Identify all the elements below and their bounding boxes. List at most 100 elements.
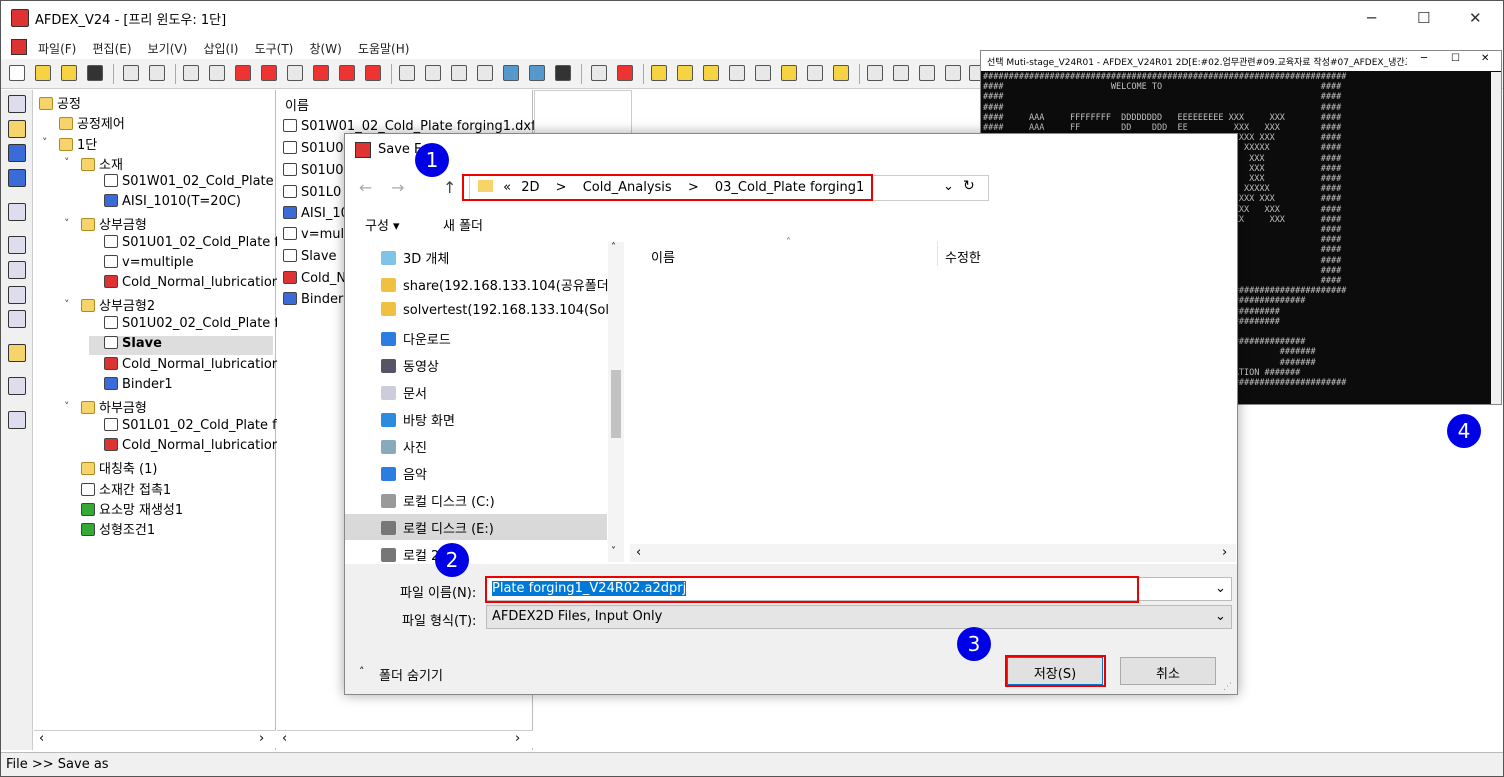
zoom-window-icon[interactable] — [919, 65, 935, 81]
tree-item-remesh[interactable]: 요소망 재생성1 — [81, 499, 183, 518]
rotate-icon[interactable] — [529, 65, 545, 81]
nav-desktop[interactable]: 바탕 화면 — [381, 410, 455, 429]
scroll-right-icon[interactable]: › — [1222, 545, 1227, 560]
hide-folders-chevron-icon[interactable]: ˄ — [359, 665, 365, 678]
maximize-button[interactable]: ☐ — [1417, 9, 1430, 27]
checklist-icon[interactable] — [8, 411, 26, 429]
die-view-icon[interactable] — [313, 65, 329, 81]
die-view-icon[interactable] — [235, 65, 251, 81]
forward-arrow-icon[interactable]: → — [391, 178, 404, 197]
material-icon[interactable] — [8, 120, 26, 138]
file-item[interactable]: v=mult — [283, 227, 349, 242]
die-view-icon[interactable] — [339, 65, 355, 81]
tree-horizontal-scrollbar[interactable]: ‹ › — [34, 730, 276, 748]
close-button[interactable]: ✕ — [1469, 9, 1482, 27]
die-view-icon[interactable] — [209, 65, 225, 81]
scroll-right-icon[interactable]: › — [259, 731, 264, 746]
minimize-button[interactable]: ─ — [1367, 9, 1376, 27]
tree-view-icon[interactable] — [8, 95, 26, 113]
column-header-modified[interactable]: 수정한 — [945, 247, 981, 266]
monitor-icon[interactable] — [8, 144, 26, 162]
resize-grip-icon[interactable]: ⋰ — [1223, 682, 1232, 692]
nav-3d-objects[interactable]: 3D 개체 — [381, 248, 449, 267]
nav-downloads[interactable]: 다운로드 — [381, 329, 451, 348]
menu-tools[interactable]: 도구(T) — [255, 40, 294, 57]
select-icon[interactable] — [8, 377, 26, 395]
tree-item-process[interactable]: 공정 — [39, 93, 81, 112]
file-item[interactable]: S01L0 — [283, 185, 341, 200]
back-arrow-icon[interactable]: ← — [359, 178, 372, 197]
die-view-icon[interactable] — [183, 65, 199, 81]
nav-scroll-thumb[interactable] — [611, 370, 621, 438]
nav-videos[interactable]: 동영상 — [381, 356, 439, 375]
refresh-icon[interactable]: ↻ — [963, 178, 975, 194]
menu-window[interactable]: 창(W) — [310, 40, 342, 57]
measure-icon[interactable] — [8, 310, 26, 328]
scroll-left-icon[interactable]: ‹ — [282, 731, 287, 746]
tree-item-contact[interactable]: 소재간 접촉1 — [81, 479, 171, 498]
collapse-icon[interactable]: ˅ — [64, 400, 70, 413]
layout-icon[interactable] — [8, 236, 26, 254]
scroll-right-icon[interactable]: › — [515, 731, 520, 746]
pan-hand-icon[interactable] — [945, 65, 961, 81]
cube-view-icon[interactable] — [729, 65, 745, 81]
filename-dropdown-icon[interactable]: ⌄ — [1215, 581, 1226, 596]
nav-scrollbar[interactable]: ˄ ˅ — [608, 242, 624, 562]
cube-view-icon[interactable] — [781, 65, 797, 81]
die-view-icon[interactable] — [261, 65, 277, 81]
hide-folders-button[interactable]: 폴더 숨기기 — [379, 665, 443, 684]
open-folder-icon[interactable] — [61, 65, 77, 81]
file-item[interactable]: Binder1 — [283, 292, 352, 307]
cube-icon[interactable] — [8, 286, 26, 304]
tree-item-symmetry-axis[interactable]: 대칭축 (1) — [81, 458, 157, 477]
cancel-button[interactable]: 취소 — [1120, 657, 1216, 685]
tree-item-upper-die-mesh[interactable]: S01U01_02_Cold_Plate f — [104, 235, 279, 250]
rotate-icon[interactable] — [503, 65, 519, 81]
tree-item-binder[interactable]: Binder1 — [104, 377, 173, 392]
monitor-icon[interactable] — [8, 169, 26, 187]
scroll-up-icon[interactable]: ˄ — [611, 242, 616, 253]
tree-item-slave[interactable]: Slave — [104, 336, 162, 351]
menu-view[interactable]: 보기(V) — [148, 40, 188, 57]
scroll-left-icon[interactable]: ‹ — [636, 545, 641, 560]
nav-documents[interactable]: 문서 — [381, 383, 427, 402]
cube-view-icon[interactable] — [651, 65, 667, 81]
chart-icon[interactable] — [8, 344, 26, 362]
tree-item-lower-die-mesh[interactable]: S01L01_02_Cold_Plate f — [104, 418, 277, 433]
mesh-icon[interactable] — [477, 65, 493, 81]
tree-item-lubrication[interactable]: Cold_Normal_lubricatior — [104, 357, 277, 372]
tree-item-workpiece[interactable]: 소재 — [81, 154, 123, 173]
tree-item-upper-die-2-mesh[interactable]: S01U02_02_Cold_Plate f — [104, 316, 279, 331]
file-item[interactable]: S01W01_02_Cold_Plate forging1.dxf — [283, 119, 536, 134]
nav-pictures[interactable]: 사진 — [381, 437, 427, 456]
new-folder-button[interactable]: 새 폴더 — [443, 215, 483, 234]
nav-local-disk-e[interactable]: 로컬 디스크 (E:) — [381, 518, 494, 537]
scroll-left-icon[interactable]: ‹ — [39, 731, 44, 746]
cube-view-icon[interactable] — [677, 65, 693, 81]
console-maximize-button[interactable]: ☐ — [1451, 53, 1460, 64]
tree-item-forming-condition[interactable]: 성형조건1 — [81, 519, 155, 538]
tree-item-stage-1[interactable]: 1단 — [59, 134, 97, 153]
console-minimize-button[interactable]: ─ — [1421, 53, 1427, 64]
color-map-icon[interactable] — [617, 65, 633, 81]
menu-insert[interactable]: 삽입(I) — [203, 40, 238, 57]
display-icon[interactable] — [8, 203, 26, 221]
collapse-icon[interactable]: ˅ — [42, 136, 48, 149]
collapse-icon[interactable]: ˅ — [64, 156, 70, 169]
collapse-icon[interactable]: ˅ — [64, 217, 70, 230]
collapse-icon[interactable]: ˅ — [64, 298, 70, 311]
nav-music[interactable]: 음악 — [381, 464, 427, 483]
console-close-button[interactable]: ✕ — [1481, 53, 1489, 64]
tree-item-lubrication[interactable]: Cold_Normal_lubricatior — [104, 438, 277, 453]
file-item[interactable]: Cold_N — [283, 271, 346, 286]
export-icon[interactable] — [149, 65, 165, 81]
open-file-icon[interactable] — [35, 65, 51, 81]
wrench-icon[interactable] — [555, 65, 571, 81]
camera-icon[interactable] — [591, 65, 607, 81]
mesh-icon[interactable] — [425, 65, 441, 81]
mesh-icon[interactable] — [451, 65, 467, 81]
tree-item-upper-die[interactable]: 상부금형 — [81, 214, 147, 233]
file-item[interactable]: Slave — [283, 249, 337, 264]
layout-icon[interactable] — [8, 261, 26, 279]
die-view-icon[interactable] — [365, 65, 381, 81]
